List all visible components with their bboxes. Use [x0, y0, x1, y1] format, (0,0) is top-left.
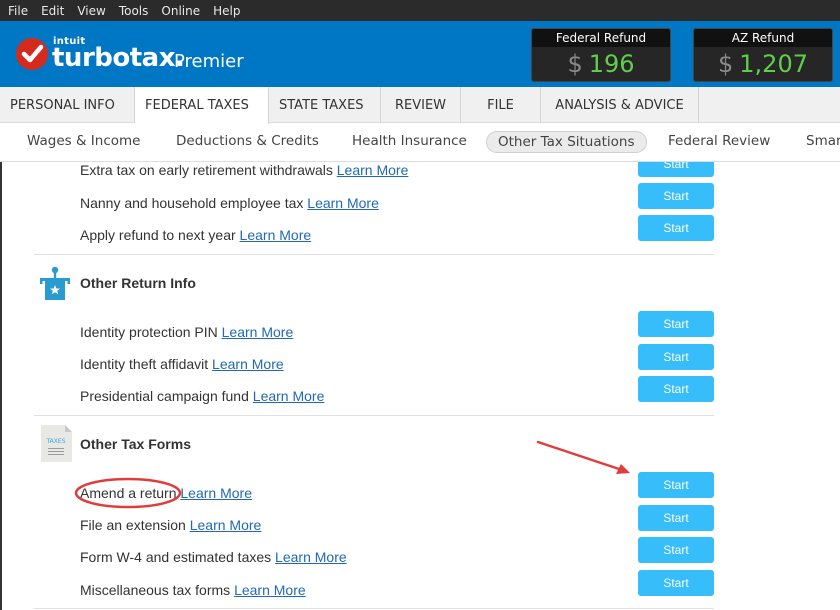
section-title-other-tax-forms: Other Tax Forms [80, 436, 191, 452]
start-button-early-retirement[interactable]: Start [638, 162, 714, 177]
state-refund-label: AZ Refund [694, 29, 832, 47]
sub-navigation: Wages & Income Deductions & Credits Heal… [0, 124, 840, 162]
federal-refund-amount: 196 [588, 50, 635, 78]
menu-edit[interactable]: Edit [41, 4, 64, 18]
content-area: Extra tax on early retirement withdrawal… [0, 162, 840, 610]
ballot-box-icon [38, 266, 72, 307]
item-label: Extra tax on early retirement withdrawal… [80, 162, 333, 178]
learn-more-link[interactable]: Learn More [275, 549, 347, 565]
list-item-identity-pin: Identity protection PIN Learn More [80, 324, 293, 340]
edition-label: Premier [174, 51, 244, 72]
learn-more-link[interactable]: Learn More [222, 324, 294, 340]
tax-icon-label: TAXES [45, 438, 65, 445]
start-button-identity-pin[interactable]: Start [638, 311, 714, 337]
item-label: Identity protection PIN [80, 324, 218, 340]
app-header: intuit turbotax. Premier Federal Refund … [0, 21, 840, 87]
list-item-file-extension: File an extension Learn More [80, 517, 261, 533]
learn-more-link[interactable]: Learn More [180, 485, 252, 501]
menu-tools[interactable]: Tools [119, 4, 149, 18]
tax-document-icon: TAXES [41, 425, 72, 467]
pointer-arrow-line [536, 440, 624, 472]
checkmark-logo-icon [16, 38, 48, 70]
learn-more-link[interactable]: Learn More [212, 356, 284, 372]
list-item-w4-estimated: Form W-4 and estimated taxes Learn More [80, 549, 347, 565]
tab-personal-info[interactable]: PERSONAL INFO [0, 87, 135, 123]
menu-bar: File Edit View Tools Online Help [0, 0, 840, 21]
learn-more-link[interactable]: Learn More [337, 162, 409, 178]
subnav-health-insurance[interactable]: Health Insurance [352, 133, 467, 149]
state-refund-currency: $ [718, 50, 734, 78]
start-button-identity-theft[interactable]: Start [638, 344, 714, 370]
state-refund-amount: 1,207 [739, 50, 808, 78]
learn-more-link[interactable]: Learn More [240, 227, 312, 243]
start-button-nanny-tax[interactable]: Start [638, 183, 714, 209]
list-item-early-retirement: Extra tax on early retirement withdrawal… [80, 162, 408, 178]
start-button-apply-refund[interactable]: Start [638, 215, 714, 241]
start-button-file-extension[interactable]: Start [638, 505, 714, 531]
learn-more-link[interactable]: Learn More [234, 582, 306, 598]
subnav-deductions-credits[interactable]: Deductions & Credits [176, 133, 319, 149]
item-label: Nanny and household employee tax [80, 195, 304, 211]
item-label: Form W-4 and estimated taxes [80, 549, 272, 565]
item-label: Identity theft affidavit [80, 356, 209, 372]
list-item-identity-theft: Identity theft affidavit Learn More [80, 356, 284, 372]
federal-refund-label: Federal Refund [532, 29, 670, 47]
learn-more-link[interactable]: Learn More [190, 517, 262, 533]
item-label: Amend a return [80, 485, 177, 501]
start-button-w4-estimated[interactable]: Start [638, 537, 714, 563]
subnav-other-tax-situations[interactable]: Other Tax Situations [486, 131, 647, 153]
subnav-federal-review[interactable]: Federal Review [668, 133, 770, 149]
item-label: Miscellaneous tax forms [80, 582, 231, 598]
list-item-amend-return: Amend a return Learn More [80, 485, 252, 501]
item-label: Apply refund to next year [80, 227, 236, 243]
tab-file[interactable]: FILE [461, 87, 541, 123]
tab-state-taxes[interactable]: STATE TAXES [269, 87, 381, 123]
learn-more-link[interactable]: Learn More [253, 388, 325, 404]
section-divider [34, 608, 714, 609]
list-item-presidential-fund: Presidential campaign fund Learn More [80, 388, 324, 404]
start-button-amend-return[interactable]: Start [638, 472, 714, 498]
pointer-arrow-head [616, 464, 630, 474]
tab-review[interactable]: REVIEW [381, 87, 461, 123]
item-label: Presidential campaign fund [80, 388, 249, 404]
subnav-smart[interactable]: Smart [806, 133, 840, 149]
tab-federal-taxes[interactable]: FEDERAL TAXES [135, 87, 269, 124]
list-item-misc-forms: Miscellaneous tax forms Learn More [80, 582, 306, 598]
section-title-other-return-info: Other Return Info [80, 275, 196, 291]
list-item-nanny-tax: Nanny and household employee tax Learn M… [80, 195, 379, 211]
state-refund-box: AZ Refund $1,207 [693, 28, 833, 82]
start-button-misc-forms[interactable]: Start [638, 570, 714, 596]
window-left-border [0, 162, 2, 610]
section-divider [34, 415, 714, 416]
tab-analysis-advice[interactable]: ANALYSIS & ADVICE [541, 87, 699, 123]
menu-view[interactable]: View [77, 4, 105, 18]
learn-more-link[interactable]: Learn More [307, 195, 379, 211]
menu-online[interactable]: Online [161, 4, 200, 18]
federal-refund-box: Federal Refund $196 [531, 28, 671, 82]
menu-help[interactable]: Help [213, 4, 240, 18]
subnav-wages-income[interactable]: Wages & Income [27, 133, 140, 149]
federal-refund-currency: $ [567, 50, 583, 78]
list-item-apply-refund: Apply refund to next year Learn More [80, 227, 311, 243]
section-divider [34, 254, 714, 255]
brand-name: turbotax. [52, 43, 185, 73]
menu-file[interactable]: File [8, 4, 28, 18]
item-label: File an extension [80, 517, 186, 533]
start-button-presidential-fund[interactable]: Start [638, 376, 714, 402]
main-tabs: PERSONAL INFO FEDERAL TAXES STATE TAXES … [0, 87, 840, 124]
